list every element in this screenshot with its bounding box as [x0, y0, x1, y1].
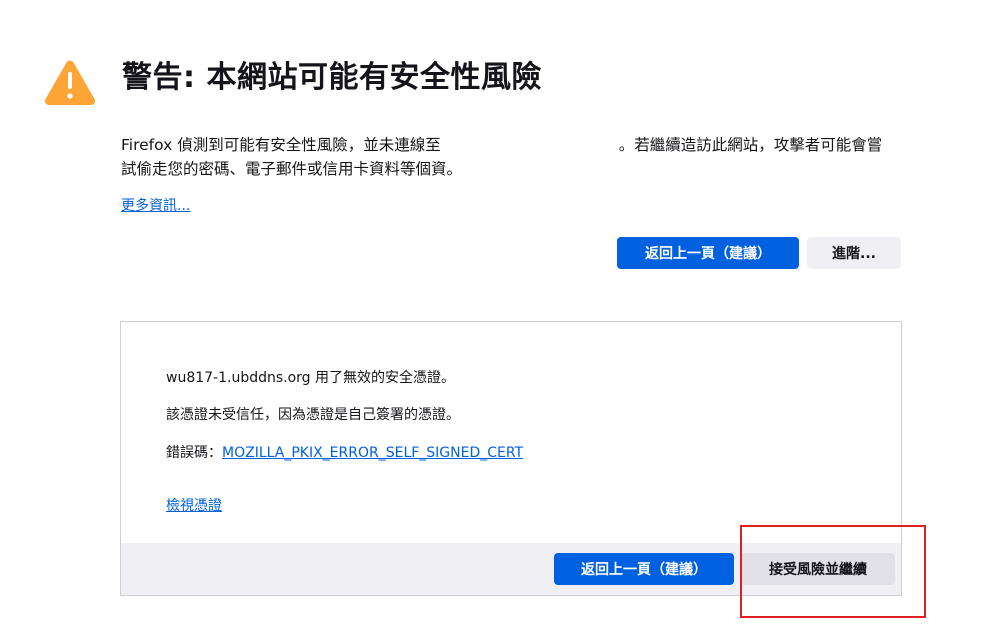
error-code-link[interactable]: MOZILLA_PKIX_ERROR_SELF_SIGNED_CERT — [222, 445, 523, 461]
advanced-button[interactable]: 進階... — [807, 237, 901, 269]
page-title: 警告: 本網站可能有安全性風險 — [122, 60, 542, 95]
learn-more-link[interactable]: 更多資訊... — [121, 196, 190, 216]
warning-triangle-icon — [44, 60, 96, 105]
untrusted-cert-message: 該憑證未受信任，因為憑證是自己簽署的憑證。 — [166, 407, 460, 423]
accept-risk-button[interactable]: 接受風險並繼續 — [741, 553, 895, 585]
error-code-prefix: 錯誤碼： — [166, 445, 222, 461]
view-certificate-link[interactable]: 檢視憑證 — [166, 496, 222, 516]
advanced-panel-footer: 返回上一頁（建議） 接受風險並繼續 — [121, 543, 901, 595]
error-code-line: 錯誤碼：MOZILLA_PKIX_ERROR_SELF_SIGNED_CERT — [166, 443, 523, 463]
intro-text: Firefox 偵測到可能有安全性風險，並未連線至 。若繼續造訪此網站，攻擊者可能… — [121, 133, 896, 181]
go-back-button-secondary[interactable]: 返回上一頁（建議） — [554, 553, 734, 585]
advanced-panel: wu817-1.ubddns.org 用了無效的安全憑證。 該憑證未受信任，因為… — [120, 321, 902, 596]
go-back-button[interactable]: 返回上一頁（建議） — [617, 237, 799, 269]
invalid-cert-message: wu817-1.ubddns.org 用了無效的安全憑證。 — [166, 370, 456, 386]
intro-text-before: Firefox 偵測到可能有安全性風險，並未連線至 — [121, 136, 441, 154]
